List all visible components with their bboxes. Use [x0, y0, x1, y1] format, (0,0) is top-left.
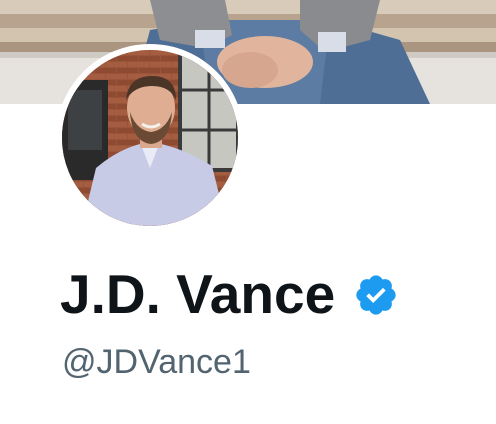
avatar[interactable]: [56, 44, 244, 232]
verified-badge-icon[interactable]: [353, 272, 399, 318]
user-handle: @JDVance1: [62, 343, 251, 381]
name-row: J.D. Vance: [60, 262, 399, 326]
profile-photo: [62, 50, 238, 226]
avatar-photo-frame: [62, 50, 238, 226]
display-name: J.D. Vance: [60, 263, 336, 325]
